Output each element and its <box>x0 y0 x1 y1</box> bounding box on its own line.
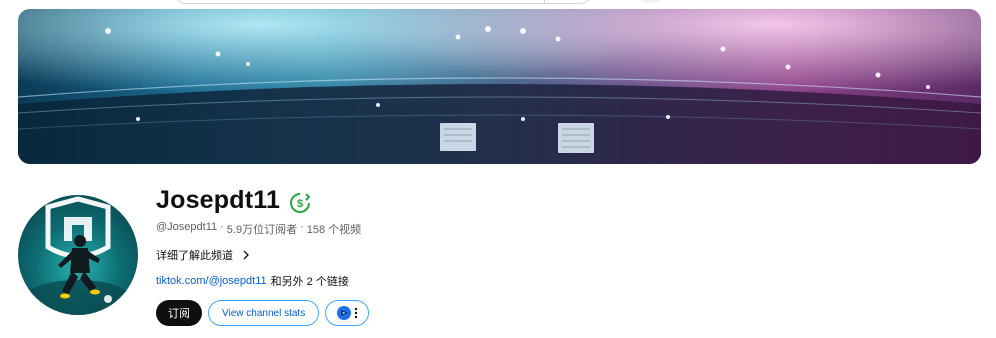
more-about-label[interactable]: 详细了解此频道 <box>156 247 233 263</box>
more-vert-icon[interactable] <box>354 307 358 319</box>
search-bar-edge <box>174 0 669 4</box>
extension-button[interactable] <box>325 300 370 326</box>
channel-handle: @Josepdt11 <box>156 221 218 233</box>
tiktok-link[interactable]: tiktok.com/@josepdt11 <box>156 275 267 287</box>
chevron-right-icon[interactable] <box>241 250 251 260</box>
svg-text:$: $ <box>297 198 303 210</box>
extra-links[interactable]: 和另外 2 个链接 <box>271 273 349 289</box>
stadium-banner-art <box>18 9 981 164</box>
channel-actions: 订阅 View channel stats <box>156 300 756 326</box>
meta-separator: · <box>220 221 224 233</box>
channel-title: Josepdt11 <box>156 185 281 214</box>
search-divider <box>544 0 545 3</box>
channel-avatar[interactable] <box>18 195 138 315</box>
avatar-art <box>23 196 133 315</box>
subscriber-count: 5.9万位订阅者 <box>226 224 298 236</box>
voice-search-button-edge[interactable] <box>633 0 669 3</box>
view-channel-stats-button[interactable]: View channel stats <box>208 300 320 326</box>
meta-separator: · <box>300 221 304 233</box>
video-count: 158 个视频 <box>306 224 362 236</box>
channel-meta: @Josepdt11 · 5.9万位订阅者 · 158 个视频 <box>156 221 756 237</box>
dollar-circle-icon[interactable]: $ <box>289 192 311 214</box>
more-about-link[interactable]: 详细了解此频道 <box>156 247 756 263</box>
channel-banner <box>18 9 981 164</box>
title-row: Josepdt11 $ <box>156 184 756 216</box>
channel-links: tiktok.com/@josepdt11 和另外 2 个链接 <box>156 273 756 289</box>
channel-info: Josepdt11 $ @Josepdt11 · 5.9万位订阅者 · 158 … <box>156 184 756 326</box>
extension-logo-icon[interactable] <box>336 306 351 320</box>
subscribe-button[interactable]: 订阅 <box>156 300 202 326</box>
